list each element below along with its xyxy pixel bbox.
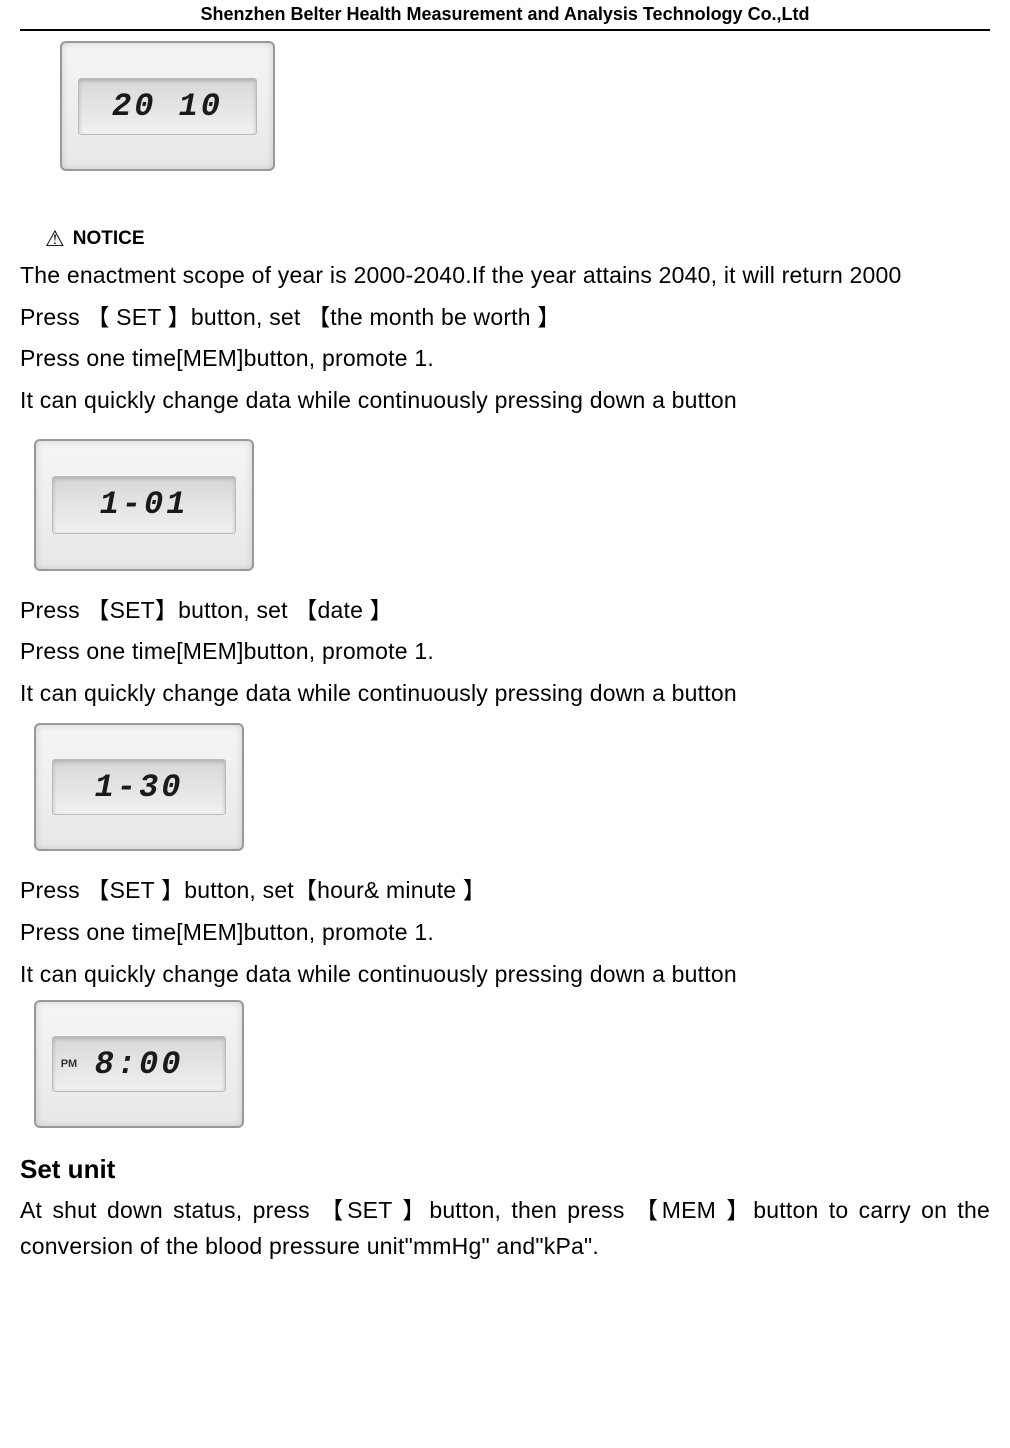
page-header-title: Shenzhen Belter Health Measurement and A… — [20, 0, 990, 31]
lcd-text-year: 20 10 — [112, 88, 223, 125]
paragraph-set-hour-minute: Press 【SET 】button, set【hour& minute 】 — [20, 873, 990, 909]
lcd-display-month: 1-01 — [34, 439, 254, 571]
lcd-text-month: 1-01 — [100, 486, 189, 523]
paragraph-quick-change-3: It can quickly change data while continu… — [20, 957, 990, 993]
paragraph-set-month: Press 【 SET 】button, set 【the month be w… — [20, 300, 990, 336]
lcd-inner: PM 8:00 — [52, 1036, 227, 1092]
lcd-text-date: 1-30 — [95, 769, 184, 806]
lcd-display-date: 1-30 — [34, 723, 244, 851]
section-heading-set-unit: Set unit — [20, 1154, 990, 1185]
lcd-inner: 1-01 — [52, 476, 236, 534]
paragraph-set-date: Press 【SET】button, set 【date 】 — [20, 593, 990, 629]
lcd-display-year: 20 10 — [60, 41, 275, 171]
lcd-ampm-label: PM — [61, 1058, 78, 1070]
lcd-text-time: 8:00 — [95, 1046, 184, 1083]
paragraph-set-unit: At shut down status, press 【SET 】button,… — [20, 1193, 990, 1264]
paragraph-quick-change-1: It can quickly change data while continu… — [20, 383, 990, 419]
paragraph-quick-change-2: It can quickly change data while continu… — [20, 676, 990, 712]
lcd-display-time: PM 8:00 — [34, 1000, 244, 1128]
warning-icon: ⚠ — [45, 226, 65, 252]
lcd-inner: 1-30 — [52, 759, 227, 815]
paragraph-mem-promote-3: Press one time[MEM]button, promote 1. — [20, 915, 990, 951]
paragraph-mem-promote-1: Press one time[MEM]button, promote 1. — [20, 341, 990, 377]
lcd-inner: 20 10 — [78, 78, 257, 135]
paragraph-mem-promote-2: Press one time[MEM]button, promote 1. — [20, 634, 990, 670]
notice-label: NOTICE — [73, 228, 145, 250]
paragraph-year-scope: The enactment scope of year is 2000-2040… — [20, 258, 990, 294]
notice-row: ⚠ NOTICE — [45, 226, 990, 252]
